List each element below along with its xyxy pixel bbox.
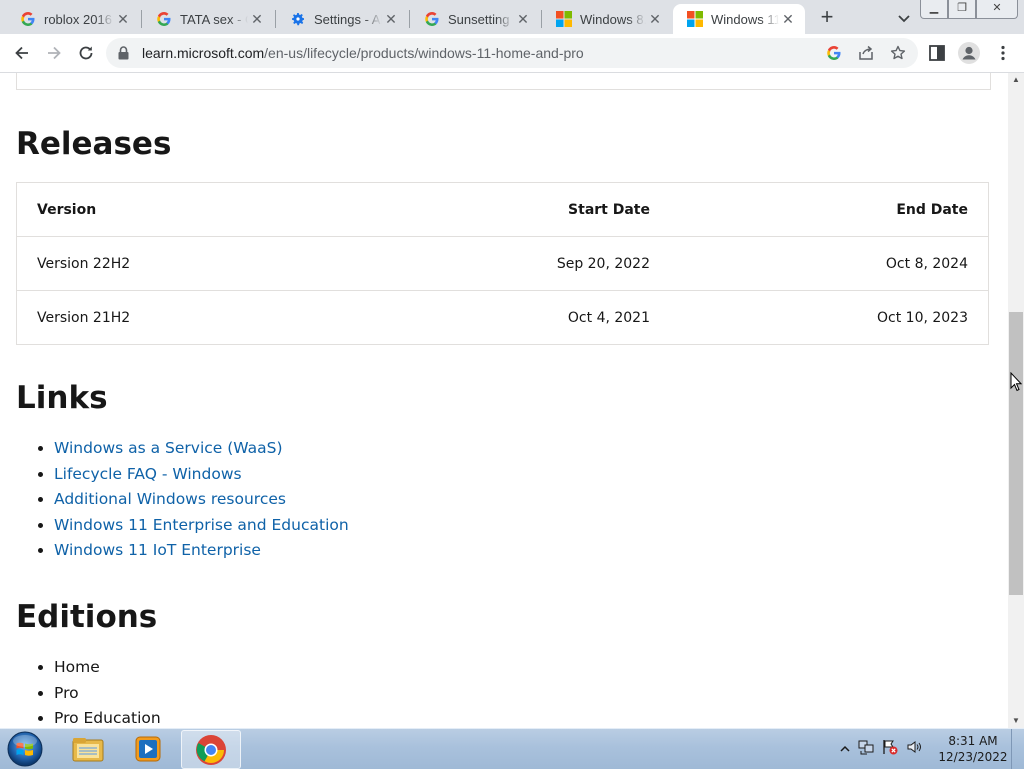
close-tab-icon[interactable]: ✕ — [382, 11, 400, 28]
cell-end-date: Oct 8, 2024 — [670, 236, 989, 291]
reload-icon[interactable] — [76, 43, 96, 63]
taskbar-clock[interactable]: 8:31 AM 12/23/2022 — [936, 733, 1010, 765]
restore-button[interactable]: ❐ — [948, 0, 976, 19]
close-tab-icon[interactable]: ✕ — [779, 11, 797, 28]
show-hidden-icons-icon[interactable] — [840, 741, 850, 759]
side-panel-icon[interactable] — [928, 44, 946, 62]
network-icon[interactable] — [858, 739, 874, 760]
window-controls: ▁ ❐ ✕ — [920, 0, 1018, 19]
system-tray — [840, 739, 922, 760]
close-tab-icon[interactable]: ✕ — [646, 11, 664, 28]
releases-heading: Releases — [16, 126, 172, 162]
scrollbar-thumb[interactable] — [1009, 312, 1023, 595]
editions-list: Home Pro Pro Education — [16, 655, 161, 728]
address-bar[interactable]: learn.microsoft.com/en-us/lifecycle/prod… — [106, 38, 918, 68]
cell-start-date: Sep 20, 2022 — [357, 236, 670, 291]
tab-title: roblox 2016 — [44, 11, 114, 27]
google-translate-icon[interactable] — [826, 45, 842, 61]
list-item: Lifecycle FAQ - Windows — [54, 462, 349, 488]
tab-title: TATA sex - Go — [180, 11, 248, 27]
google-icon — [20, 11, 36, 27]
url-host: learn.microsoft.com — [142, 45, 265, 61]
start-button[interactable] — [4, 730, 46, 768]
list-item: Pro — [54, 681, 161, 707]
close-window-button[interactable]: ✕ — [976, 0, 1018, 19]
media-player-icon[interactable] — [120, 730, 176, 767]
tab-windows-8-1[interactable]: Windows 8.1 ✕ — [542, 4, 672, 34]
link-windows-as-a-service[interactable]: Windows as a Service (WaaS) — [54, 439, 283, 457]
chevron-down-icon[interactable] — [894, 8, 914, 28]
table-header-row: Version Start Date End Date — [16, 182, 989, 237]
list-item: Home — [54, 655, 161, 681]
links-heading: Links — [16, 380, 108, 416]
list-item: Windows 11 IoT Enterprise — [54, 538, 349, 564]
share-icon[interactable] — [858, 45, 874, 61]
back-arrow-icon[interactable] — [12, 43, 32, 63]
cell-end-date: Oct 10, 2023 — [670, 290, 989, 345]
scroll-down-arrow-icon[interactable]: ▼ — [1008, 714, 1024, 728]
browser-toolbar: learn.microsoft.com/en-us/lifecycle/prod… — [0, 34, 1024, 73]
clock-date: 12/23/2022 — [938, 750, 1008, 764]
tab-sunsetting[interactable]: Sunsetting s ✕ — [410, 4, 540, 34]
tab-title: Windows 11 — [711, 11, 779, 27]
previous-section-box — [16, 73, 991, 90]
windows-explorer-icon[interactable] — [60, 730, 116, 767]
releases-table: Version Start Date End Date Version 22H2… — [16, 182, 989, 345]
link-enterprise-education[interactable]: Windows 11 Enterprise and Education — [54, 516, 349, 534]
column-header-start-date: Start Date — [357, 182, 670, 237]
mouse-cursor-icon — [1010, 371, 1023, 397]
minimize-button[interactable]: ▁ — [920, 0, 948, 19]
action-center-flag-icon[interactable] — [882, 739, 898, 760]
kebab-menu-icon[interactable] — [994, 44, 1012, 62]
tab-settings[interactable]: Settings - Ab ✕ — [276, 4, 408, 34]
tab-title: Sunsetting s — [448, 11, 514, 27]
volume-icon[interactable] — [906, 739, 922, 760]
cell-start-date: Oct 4, 2021 — [357, 290, 670, 345]
links-list: Windows as a Service (WaaS) Lifecycle FA… — [16, 436, 349, 564]
table-row: Version 22H2 Sep 20, 2022 Oct 8, 2024 — [16, 236, 989, 291]
gear-icon — [290, 11, 306, 27]
tab-roblox[interactable]: roblox 2016 ✕ — [6, 4, 140, 34]
windows-taskbar: 8:31 AM 12/23/2022 — [0, 728, 1024, 769]
page-content: Releases Version Start Date End Date Ver… — [0, 73, 1008, 728]
tab-google-search[interactable]: TATA sex - Go ✕ — [142, 4, 274, 34]
list-item: Windows 11 Enterprise and Education — [54, 513, 349, 539]
url-path: /en-us/lifecycle/products/windows-11-hom… — [264, 45, 584, 61]
list-item: Pro Education — [54, 706, 161, 728]
close-tab-icon[interactable]: ✕ — [514, 11, 532, 28]
list-item: Additional Windows resources — [54, 487, 349, 513]
chrome-icon[interactable] — [181, 730, 241, 769]
close-tab-icon[interactable]: ✕ — [248, 11, 266, 28]
cell-version: Version 22H2 — [16, 236, 357, 291]
clock-time: 8:31 AM — [948, 734, 998, 748]
close-tab-icon[interactable]: ✕ — [114, 11, 132, 28]
lock-icon[interactable] — [118, 46, 129, 65]
link-additional-resources[interactable]: Additional Windows resources — [54, 490, 286, 508]
show-desktop-button[interactable] — [1011, 729, 1024, 769]
column-header-end-date: End Date — [670, 182, 989, 237]
editions-heading: Editions — [16, 599, 158, 635]
link-iot-enterprise[interactable]: Windows 11 IoT Enterprise — [54, 541, 261, 559]
list-item: Windows as a Service (WaaS) — [54, 436, 349, 462]
tab-title: Windows 8.1 — [580, 11, 646, 27]
scroll-up-arrow-icon[interactable]: ▲ — [1008, 73, 1024, 87]
microsoft-icon — [687, 11, 703, 27]
google-icon — [156, 11, 172, 27]
google-icon — [424, 11, 440, 27]
cell-version: Version 21H2 — [16, 290, 357, 345]
microsoft-icon — [556, 11, 572, 27]
tab-strip: roblox 2016 ✕ TATA sex - Go ✕ Settings -… — [0, 0, 1024, 34]
column-header-version: Version — [16, 182, 357, 237]
star-icon[interactable] — [890, 45, 906, 61]
table-row: Version 21H2 Oct 4, 2021 Oct 10, 2023 — [16, 290, 989, 345]
url-text: learn.microsoft.com/en-us/lifecycle/prod… — [142, 45, 584, 61]
link-lifecycle-faq[interactable]: Lifecycle FAQ - Windows — [54, 465, 242, 483]
vertical-scrollbar[interactable]: ▲ ▼ — [1008, 73, 1024, 728]
profile-avatar-icon[interactable] — [958, 42, 980, 64]
forward-arrow-icon[interactable] — [44, 43, 64, 63]
tab-windows-11[interactable]: Windows 11 ✕ — [673, 4, 805, 34]
tab-title: Settings - Ab — [314, 11, 382, 27]
new-tab-button[interactable]: + — [814, 5, 840, 31]
